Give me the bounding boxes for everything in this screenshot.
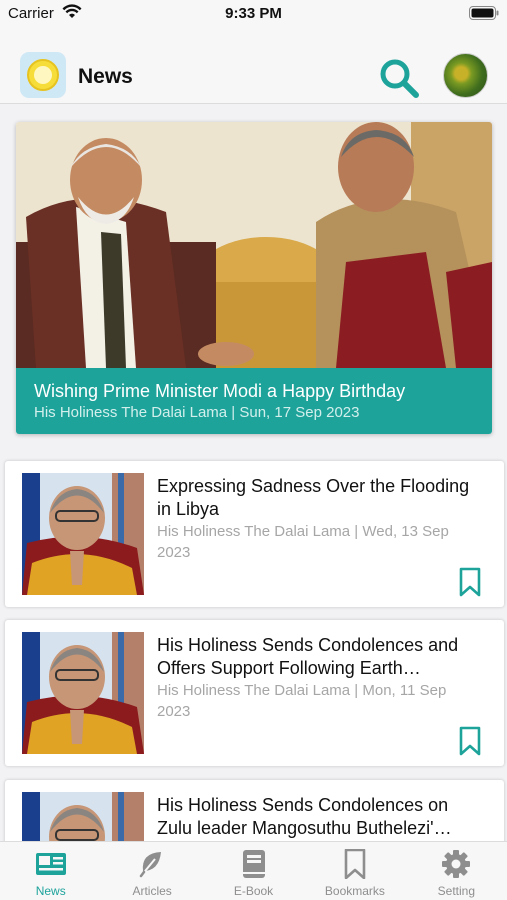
tab-label: Setting	[437, 884, 475, 898]
bottom-tab-bar: News Articles E-Book Bookmarks Setting	[0, 841, 507, 900]
featured-title: Wishing Prime Minister Modi a Happy Birt…	[34, 381, 406, 401]
tab-label: Articles	[132, 884, 172, 898]
tab-setting[interactable]: Setting	[406, 842, 507, 900]
article-thumbnail	[22, 473, 144, 595]
article-thumbnail	[22, 632, 144, 754]
news-card[interactable]: His Holiness Sends Condolences and Offer…	[5, 620, 504, 766]
news-card[interactable]: Expressing Sadness Over the Flooding in …	[5, 461, 504, 607]
featured-caption: Wishing Prime Minister Modi a Happy Birt…	[16, 368, 492, 434]
leaf-icon	[139, 852, 162, 878]
featured-image	[16, 122, 492, 368]
profile-avatar[interactable]	[443, 53, 488, 98]
page-title: News	[78, 65, 133, 88]
tab-articles[interactable]: Articles	[101, 842, 202, 900]
bookmark-icon[interactable]	[458, 726, 482, 756]
gear-icon	[442, 850, 471, 878]
tab-label: News	[35, 884, 66, 898]
status-bar: Carrier 9:33 PM	[0, 0, 507, 30]
tab-ebook[interactable]: E-Book	[203, 842, 304, 900]
app-header: News	[0, 30, 507, 104]
featured-meta: His Holiness The Dalai Lama | Sun, 17 Se…	[34, 404, 360, 421]
tab-label: Bookmarks	[324, 884, 385, 898]
article-title: Expressing Sadness Over the Flooding in …	[157, 476, 470, 519]
featured-news-card[interactable]: Wishing Prime Minister Modi a Happy Birt…	[16, 122, 492, 434]
bookmark-icon[interactable]	[458, 567, 482, 597]
tab-label: E-Book	[233, 884, 274, 898]
newspaper-icon	[35, 853, 66, 875]
bookmark-icon	[344, 849, 366, 879]
search-icon[interactable]	[378, 57, 420, 99]
tab-news[interactable]: News	[0, 842, 101, 900]
article-meta: His Holiness The Dalai Lama | Mon, 11 Se…	[157, 682, 447, 720]
article-title: His Holiness Sends Condolences on Zulu l…	[157, 795, 452, 838]
article-meta: His Holiness The Dalai Lama | Wed, 13 Se…	[157, 523, 449, 561]
battery-icon	[469, 6, 499, 20]
status-time: 9:33 PM	[225, 5, 282, 22]
book-icon	[242, 850, 265, 878]
article-title: His Holiness Sends Condolences and Offer…	[157, 635, 459, 678]
tab-bookmarks[interactable]: Bookmarks	[304, 842, 405, 900]
app-logo-icon	[20, 52, 66, 98]
